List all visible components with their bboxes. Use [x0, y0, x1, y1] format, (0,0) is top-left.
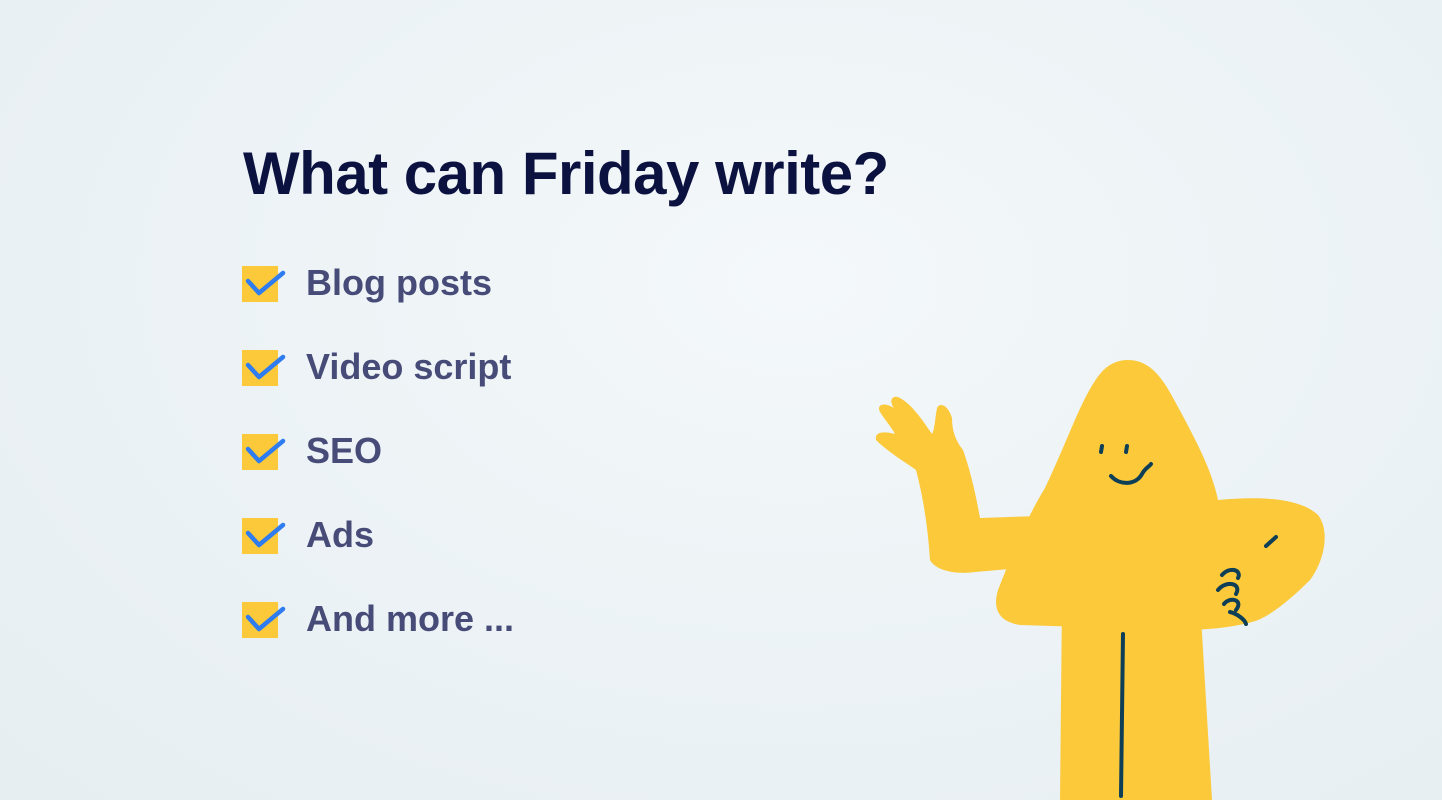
checkbox-checked-icon: [242, 602, 286, 638]
checkbox-checked-icon: [242, 434, 286, 470]
mascot-eye-left: [1099, 444, 1104, 454]
mascot-body: [996, 360, 1325, 630]
mascot-legs: [1060, 600, 1212, 800]
waving-mascot-illustration: [875, 360, 1325, 800]
checkbox-checked-icon: [242, 350, 286, 386]
checkbox-checked-icon: [242, 266, 286, 302]
list-item: Video script: [242, 344, 514, 428]
page: What can Friday write? Blog posts Video …: [0, 0, 1442, 800]
list-item: Blog posts: [242, 260, 514, 344]
list-item: Ads: [242, 512, 514, 596]
feature-label: And more ...: [306, 598, 515, 639]
list-item: And more ...: [242, 596, 514, 680]
list-item: SEO: [242, 428, 514, 512]
checkbox-checked-icon: [242, 518, 286, 554]
feature-list: Blog posts Video script SEO Ads And more…: [242, 260, 514, 680]
feature-label: Video script: [306, 346, 512, 387]
feature-label: Blog posts: [306, 262, 492, 303]
mascot-leg-line: [1119, 632, 1125, 798]
feature-label: Ads: [306, 514, 375, 555]
page-title: What can Friday write?: [243, 140, 889, 207]
feature-label: SEO: [306, 430, 383, 471]
mascot-eye-right: [1124, 444, 1129, 454]
